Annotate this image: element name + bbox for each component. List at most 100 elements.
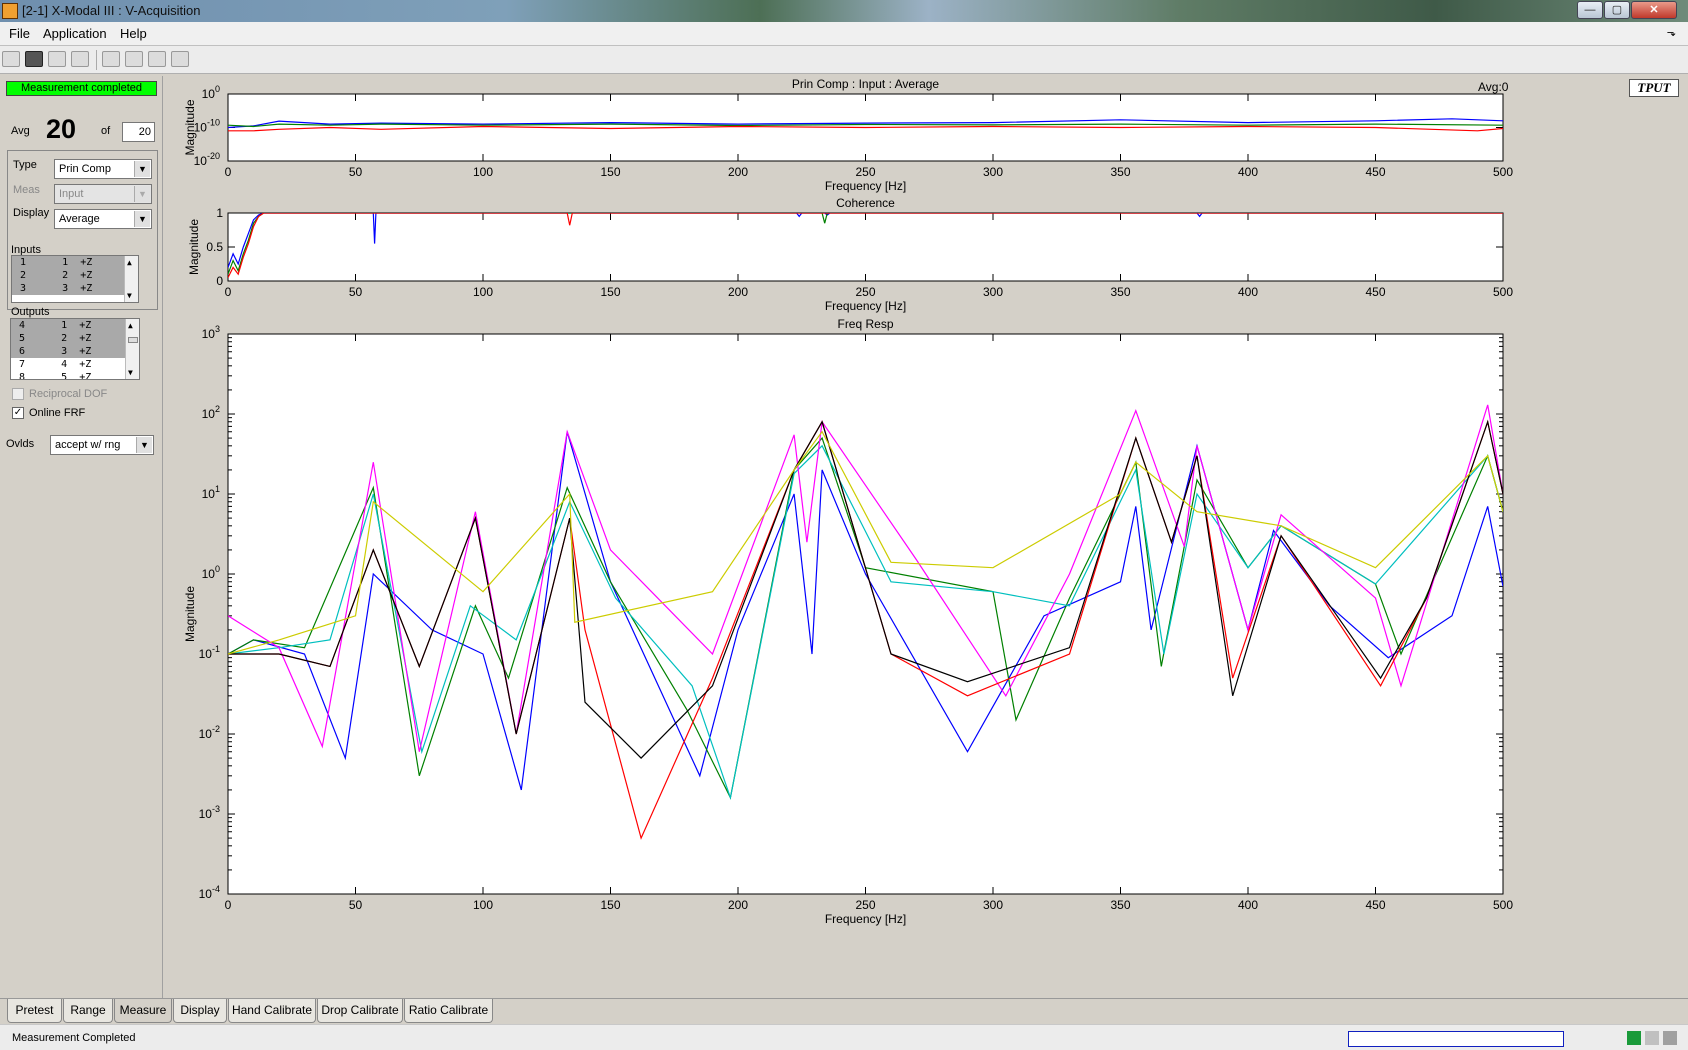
plot-3: Freq Resp 0 50 100 150 200 250 300 350 400 450 500 F…	[183, 317, 1513, 926]
x-tick-label: 150	[600, 285, 620, 299]
chevron-down-icon[interactable]: ▼	[134, 161, 150, 177]
of-label: of	[101, 125, 111, 137]
avg-total-input[interactable]: 20	[122, 122, 155, 142]
x-tick-label: 0	[225, 165, 232, 179]
outputs-label: Outputs	[11, 306, 50, 318]
ovlds-select[interactable]: accept w/ rng ▼	[50, 435, 154, 455]
title-bar[interactable]: [2-1] X-Modal III : V-Acquisition — ▢ ✕	[0, 0, 1688, 22]
y-tick-label: 0	[216, 274, 223, 288]
camera-icon[interactable]	[148, 51, 166, 67]
indicator-light	[1663, 1031, 1677, 1045]
x-axis-label: Frequency [Hz]	[825, 299, 906, 313]
x-tick-label: 450	[1365, 285, 1385, 299]
x-axis-label: Frequency [Hz]	[825, 912, 906, 926]
plot-title: Coherence	[836, 196, 895, 210]
minimize-button[interactable]: —	[1577, 1, 1603, 19]
menu-application[interactable]: Application	[43, 26, 107, 41]
scroll-down-icon[interactable]: ▼	[127, 291, 132, 300]
x-tick-label: 250	[855, 898, 875, 912]
maximize-button[interactable]: ▢	[1604, 1, 1630, 19]
list-item[interactable]: 6 3 +Z	[11, 345, 139, 358]
tab-display[interactable]: Display	[173, 999, 227, 1023]
x-tick-label: 400	[1238, 285, 1258, 299]
chevron-down-icon[interactable]: ▼	[136, 437, 152, 453]
scroll-up-icon[interactable]: ▲	[127, 258, 132, 267]
print-icon[interactable]	[48, 51, 66, 67]
list-item[interactable]: 5 2 +Z	[11, 332, 139, 345]
indicator-light	[1645, 1031, 1659, 1045]
y-axis-label: Magnitude	[187, 219, 201, 275]
display-select[interactable]: Average ▼	[54, 209, 152, 229]
type-select[interactable]: Prin Comp ▼	[54, 159, 152, 179]
app-icon	[2, 3, 18, 19]
list-item[interactable]: 1 1 +Z	[12, 256, 138, 269]
outputs-list[interactable]: 4 1 +Z 5 2 +Z 6 3 +Z 7 4 +Z 8 5 +Z ▲ ▼	[10, 318, 140, 380]
list-item[interactable]: 3 3 +Z	[12, 282, 138, 295]
plot-2: Coherence 0 50 100 150 200 250 300 350 400 450 500 F…	[187, 196, 1513, 313]
menu-bar: File Application Help ⬎	[0, 22, 1688, 46]
tab-drop-calibrate[interactable]: Drop Calibrate	[317, 999, 403, 1023]
outputs-scrollbar[interactable]: ▲ ▼	[125, 319, 139, 379]
undock-arrow-icon[interactable]: ⬎	[1667, 26, 1676, 39]
y-tick-label: 10-1	[199, 644, 220, 661]
plot-area: Avg:0 TPUT Prin Comp : Input : Average 0 5…	[164, 76, 1688, 998]
list-item[interactable]: 4 1 +Z	[11, 319, 139, 332]
x-tick-label: 300	[983, 898, 1003, 912]
measurement-control-panel: Measurement completed Avg 20 of 20 Type …	[0, 76, 163, 998]
x-tick-label: 250	[855, 285, 875, 299]
inputs-scrollbar[interactable]: ▲ ▼	[124, 256, 138, 302]
plots-canvas: Prin Comp : Input : Average0 50 100 150 200 2…	[183, 77, 1513, 926]
mail-icon[interactable]	[125, 51, 143, 67]
scroll-up-icon[interactable]: ▲	[128, 321, 133, 330]
toolbar	[0, 46, 1688, 74]
x-axis-label: Frequency [Hz]	[825, 179, 906, 193]
menu-help[interactable]: Help	[120, 26, 147, 41]
folder-icon[interactable]	[171, 51, 189, 67]
y-tick-label: 10-3	[199, 804, 220, 821]
x-tick-label: 450	[1365, 898, 1385, 912]
reciprocal-dof-checkbox	[12, 388, 24, 400]
print-preview-icon[interactable]	[71, 51, 89, 67]
indicator-light-green	[1627, 1031, 1641, 1045]
list-item[interactable]: 2 2 +Z	[12, 269, 138, 282]
y-axis-label: Magnitude	[183, 99, 197, 155]
tab-hand-calibrate[interactable]: Hand Calibrate	[228, 999, 316, 1023]
x-tick-label: 100	[473, 165, 493, 179]
meas-select: Input ▼	[54, 184, 152, 204]
x-tick-label: 100	[473, 898, 493, 912]
display-value: Average	[59, 213, 100, 225]
tab-pretest[interactable]: Pretest	[7, 999, 62, 1023]
progress-bar	[1348, 1031, 1564, 1047]
close-button[interactable]: ✕	[1631, 1, 1677, 19]
chevron-down-icon[interactable]: ▼	[134, 211, 150, 227]
type-label: Type	[13, 159, 37, 171]
chevron-down-icon: ▼	[134, 186, 150, 202]
y-tick-label: 10-10	[194, 118, 220, 135]
online-frf-checkbox[interactable]: ✓	[12, 407, 24, 419]
new-icon[interactable]	[2, 51, 20, 67]
document-icon[interactable]	[102, 51, 120, 67]
y-tick-label: 102	[202, 404, 220, 421]
x-tick-label: 200	[728, 898, 748, 912]
scroll-thumb[interactable]	[128, 337, 138, 343]
menu-file[interactable]: File	[9, 26, 30, 41]
y-tick-label: 100	[202, 84, 220, 101]
tab-range[interactable]: Range	[63, 999, 113, 1023]
save-icon[interactable]	[25, 51, 43, 67]
list-item[interactable]: 8 5 +Z	[11, 371, 139, 379]
avg-count: 20	[46, 114, 77, 144]
scroll-down-icon[interactable]: ▼	[128, 368, 133, 377]
plot-1: Prin Comp : Input : Average 0 50 100 150 200 2…	[183, 77, 1513, 193]
tab-ratio-calibrate[interactable]: Ratio Calibrate	[404, 999, 493, 1023]
status-bar: Measurement Completed	[0, 1024, 1688, 1050]
x-tick-label: 350	[1110, 898, 1130, 912]
list-item[interactable]: 7 4 +Z	[11, 358, 139, 371]
inputs-list[interactable]: 1 1 +Z 2 2 +Z 3 3 +Z ▲ ▼	[11, 255, 139, 303]
application-window: [2-1] X-Modal III : V-Acquisition — ▢ ✕ …	[0, 0, 1688, 1050]
x-tick-label: 500	[1493, 898, 1513, 912]
x-tick-label: 400	[1238, 898, 1258, 912]
y-tick-label: 103	[202, 324, 220, 341]
window-title: [2-1] X-Modal III : V-Acquisition	[22, 3, 201, 18]
tab-measure[interactable]: Measure	[114, 999, 172, 1023]
ovlds-label: Ovlds	[6, 438, 35, 450]
